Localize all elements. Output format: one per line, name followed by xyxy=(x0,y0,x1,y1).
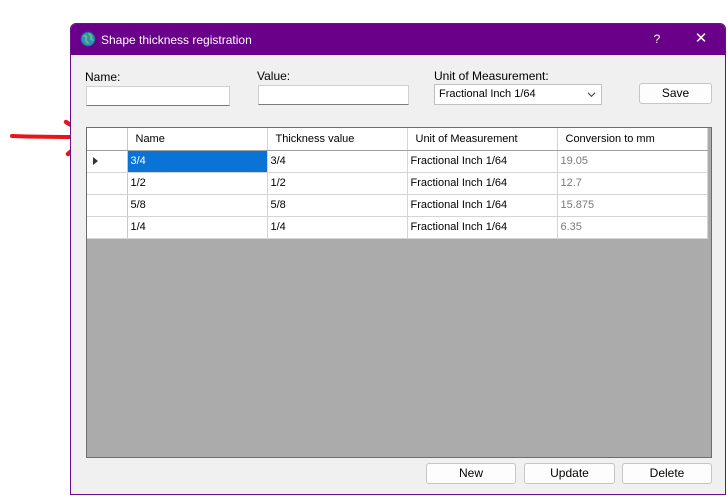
cell-unit[interactable]: Fractional Inch 1/64 xyxy=(407,150,558,173)
new-button[interactable]: New xyxy=(426,463,516,484)
chevron-down-icon xyxy=(587,92,596,98)
cell-thickness[interactable]: 3/4 xyxy=(267,150,408,173)
save-button[interactable]: Save xyxy=(639,83,712,104)
cell-name[interactable]: 5/8 xyxy=(127,194,268,217)
row-selector[interactable] xyxy=(87,172,128,195)
cell-unit[interactable]: Fractional Inch 1/64 xyxy=(407,194,558,217)
unit-label: Unit of Measurement: xyxy=(434,69,549,83)
data-grid: Name Thickness value Unit of Measurement… xyxy=(86,127,712,458)
column-header-name[interactable]: Name xyxy=(127,128,268,151)
table-row[interactable]: 5/8 5/8 Fractional Inch 1/64 15.875 xyxy=(87,194,708,217)
cell-thickness[interactable]: 1/4 xyxy=(267,216,408,239)
unit-select-value: Fractional Inch 1/64 xyxy=(439,88,536,100)
cell-conversion[interactable]: 15.875 xyxy=(557,194,708,217)
cell-unit[interactable]: Fractional Inch 1/64 xyxy=(407,216,558,239)
cell-thickness[interactable]: 1/2 xyxy=(267,172,408,195)
title-bar: Shape thickness registration ? ✕ xyxy=(71,24,725,55)
cell-conversion[interactable]: 12.7 xyxy=(557,172,708,195)
close-button[interactable]: ✕ xyxy=(688,28,714,50)
dialog-window: Shape thickness registration ? ✕ Name: V… xyxy=(70,23,726,495)
row-selector[interactable] xyxy=(87,216,128,239)
unit-select[interactable]: Fractional Inch 1/64 xyxy=(434,84,602,105)
column-header-thickness[interactable]: Thickness value xyxy=(267,128,408,151)
name-input[interactable] xyxy=(86,86,230,106)
cell-name[interactable]: 1/2 xyxy=(127,172,268,195)
delete-button[interactable]: Delete xyxy=(622,463,712,484)
column-header-conversion[interactable]: Conversion to mm xyxy=(557,128,708,151)
table-row[interactable]: 3/4 3/4 Fractional Inch 1/64 19.05 xyxy=(87,150,708,173)
row-selector[interactable] xyxy=(87,194,128,217)
table-row[interactable]: 1/2 1/2 Fractional Inch 1/64 12.7 xyxy=(87,172,708,195)
cell-conversion[interactable]: 6.35 xyxy=(557,216,708,239)
value-input[interactable] xyxy=(258,85,409,105)
cell-name[interactable]: 3/4 xyxy=(127,150,268,173)
cell-thickness[interactable]: 5/8 xyxy=(267,194,408,217)
cell-unit[interactable]: Fractional Inch 1/64 xyxy=(407,172,558,195)
row-header-corner xyxy=(87,128,128,151)
current-row-indicator-icon xyxy=(93,157,98,165)
value-label: Value: xyxy=(257,69,291,83)
table-row[interactable]: 1/4 1/4 Fractional Inch 1/64 6.35 xyxy=(87,216,708,239)
header-row: Name Thickness value Unit of Measurement… xyxy=(87,128,708,151)
help-button[interactable]: ? xyxy=(644,28,670,50)
cell-conversion[interactable]: 19.05 xyxy=(557,150,708,173)
name-label: Name: xyxy=(85,70,121,84)
window-title: Shape thickness registration xyxy=(101,33,252,47)
cell-name[interactable]: 1/4 xyxy=(127,216,268,239)
thickness-table: Name Thickness value Unit of Measurement… xyxy=(87,128,708,239)
globe-icon xyxy=(80,31,96,47)
row-selector[interactable] xyxy=(87,150,128,173)
column-header-unit[interactable]: Unit of Measurement xyxy=(407,128,558,151)
update-button[interactable]: Update xyxy=(524,463,615,484)
